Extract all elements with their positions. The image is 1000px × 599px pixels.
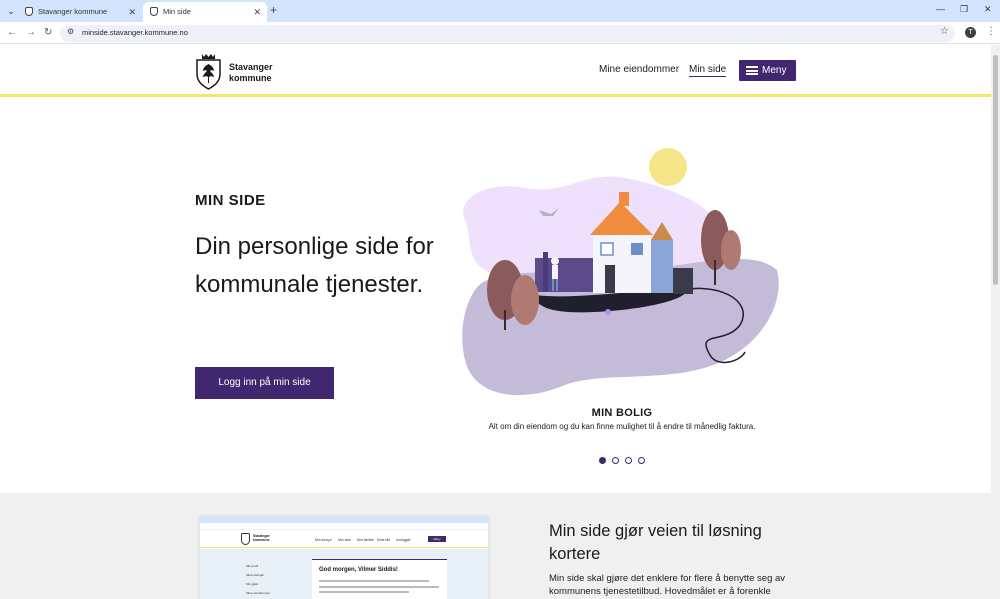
preview-text-line <box>319 591 409 593</box>
nav-min-side[interactable]: Min side <box>689 64 727 77</box>
preview-nav: Innlogget <box>396 538 411 542</box>
browser-tab-bar: ⌄ Stavanger kommune ✕ Min side ✕ + — ❐ ✕ <box>0 0 1000 22</box>
carousel-dot[interactable] <box>599 457 606 464</box>
carousel-dots <box>599 457 647 466</box>
browser-menu-icon[interactable]: ⋮ <box>986 26 996 37</box>
nav-mine-eiendommer[interactable]: Mine eiendommer <box>599 64 679 75</box>
preview-header: Stavanger kommune Min innsyn Min side Mi… <box>200 530 488 548</box>
preview-menu: Meny <box>428 536 446 542</box>
close-tab-icon[interactable]: ✕ <box>253 3 261 21</box>
tab-search-icon[interactable]: ⌄ <box>4 4 18 18</box>
preview-side-item: Min profil <box>246 564 259 568</box>
house-illustration <box>462 148 779 396</box>
carousel-dot[interactable] <box>612 457 619 464</box>
page-scrollbar[interactable] <box>991 45 1000 599</box>
stavanger-coat-of-arms-icon[interactable] <box>195 52 222 90</box>
close-window-icon[interactable]: ✕ <box>984 4 992 15</box>
restore-icon[interactable]: ❐ <box>960 4 968 15</box>
preview-text-line <box>319 580 429 582</box>
preview-nav: Min familie <box>357 538 374 542</box>
preview-nav: Mine lån <box>377 538 391 542</box>
preview-greeting: God morgen, Vilmer Siddis! <box>319 567 398 573</box>
url-field[interactable]: ⚙ minside.stavanger.kommune.no ☆ <box>60 25 955 42</box>
preview-side-item: Mine eiendommer <box>246 591 271 595</box>
site-info-icon[interactable]: ⚙ <box>67 27 74 36</box>
preview-logo-line-2: kommune <box>253 538 270 542</box>
carousel-dot[interactable] <box>625 457 632 464</box>
new-tab-icon[interactable]: + <box>270 3 277 17</box>
reload-icon[interactable]: ↻ <box>44 27 52 38</box>
slide-text: Alt om din eiendom og du kan finne mulig… <box>488 422 756 431</box>
preview-side-item: Mine betinger <box>246 573 265 577</box>
preview-nav: Min innsyn <box>315 538 332 542</box>
scrollbar-thumb[interactable] <box>993 55 998 285</box>
section-title: Min side gjør veien til løsning kortere <box>549 522 762 563</box>
preview-text-line <box>319 586 439 588</box>
favicon-icon <box>25 7 33 16</box>
browser-tab-stavanger[interactable]: Stavanger kommune ✕ <box>18 2 142 22</box>
preview-card: God morgen, Vilmer Siddis! <box>312 559 447 599</box>
favicon-icon <box>150 7 158 16</box>
slide-title: MIN BOLIG <box>591 407 653 419</box>
logo-line-2: kommune <box>229 73 272 83</box>
logo-line-1: Stavanger <box>229 62 273 72</box>
section-text: Min side skal gjøre det enklere for fler… <box>549 573 786 597</box>
forward-icon[interactable]: → <box>26 27 36 38</box>
preview-logo-icon <box>241 533 250 545</box>
login-button[interactable]: Logg inn på min side <box>195 367 334 399</box>
profile-avatar[interactable]: T <box>965 27 976 38</box>
tab-title: Min side <box>163 7 191 16</box>
back-icon[interactable]: ← <box>7 27 17 38</box>
bookmark-star-icon[interactable]: ☆ <box>940 26 949 37</box>
site-header: Stavanger kommune Mine eiendommer Min si… <box>0 45 991 97</box>
menu-label: Meny <box>762 65 787 76</box>
min-side-preview-image: Stavanger kommune Min innsyn Min side Mi… <box>200 517 488 599</box>
browser-tab-minside[interactable]: Min side ✕ <box>143 2 267 22</box>
hamburger-icon <box>746 66 758 75</box>
preview-address-bar <box>200 523 488 530</box>
carousel-dot[interactable] <box>638 457 645 464</box>
menu-button[interactable]: Meny <box>739 60 796 81</box>
url-text: minside.stavanger.kommune.no <box>82 28 188 37</box>
preview-nav: Min side <box>338 538 352 542</box>
intro-section: Stavanger kommune Min innsyn Min side Mi… <box>0 493 991 599</box>
close-tab-icon[interactable]: ✕ <box>128 3 136 21</box>
hero-title: Din personlige side for kommunale tjenes… <box>195 233 434 298</box>
address-bar: ← → ↻ ⚙ minside.stavanger.kommune.no ☆ T… <box>0 22 1000 44</box>
tab-title: Stavanger kommune <box>38 7 108 16</box>
preview-logo-text: Stavanger kommune <box>253 534 270 542</box>
minimize-icon[interactable]: — <box>936 4 945 14</box>
hero-eyebrow: MIN SIDE <box>195 192 266 209</box>
logo-text[interactable]: Stavanger kommune <box>229 62 273 84</box>
preview-side-item: Min gjeld <box>246 582 259 586</box>
